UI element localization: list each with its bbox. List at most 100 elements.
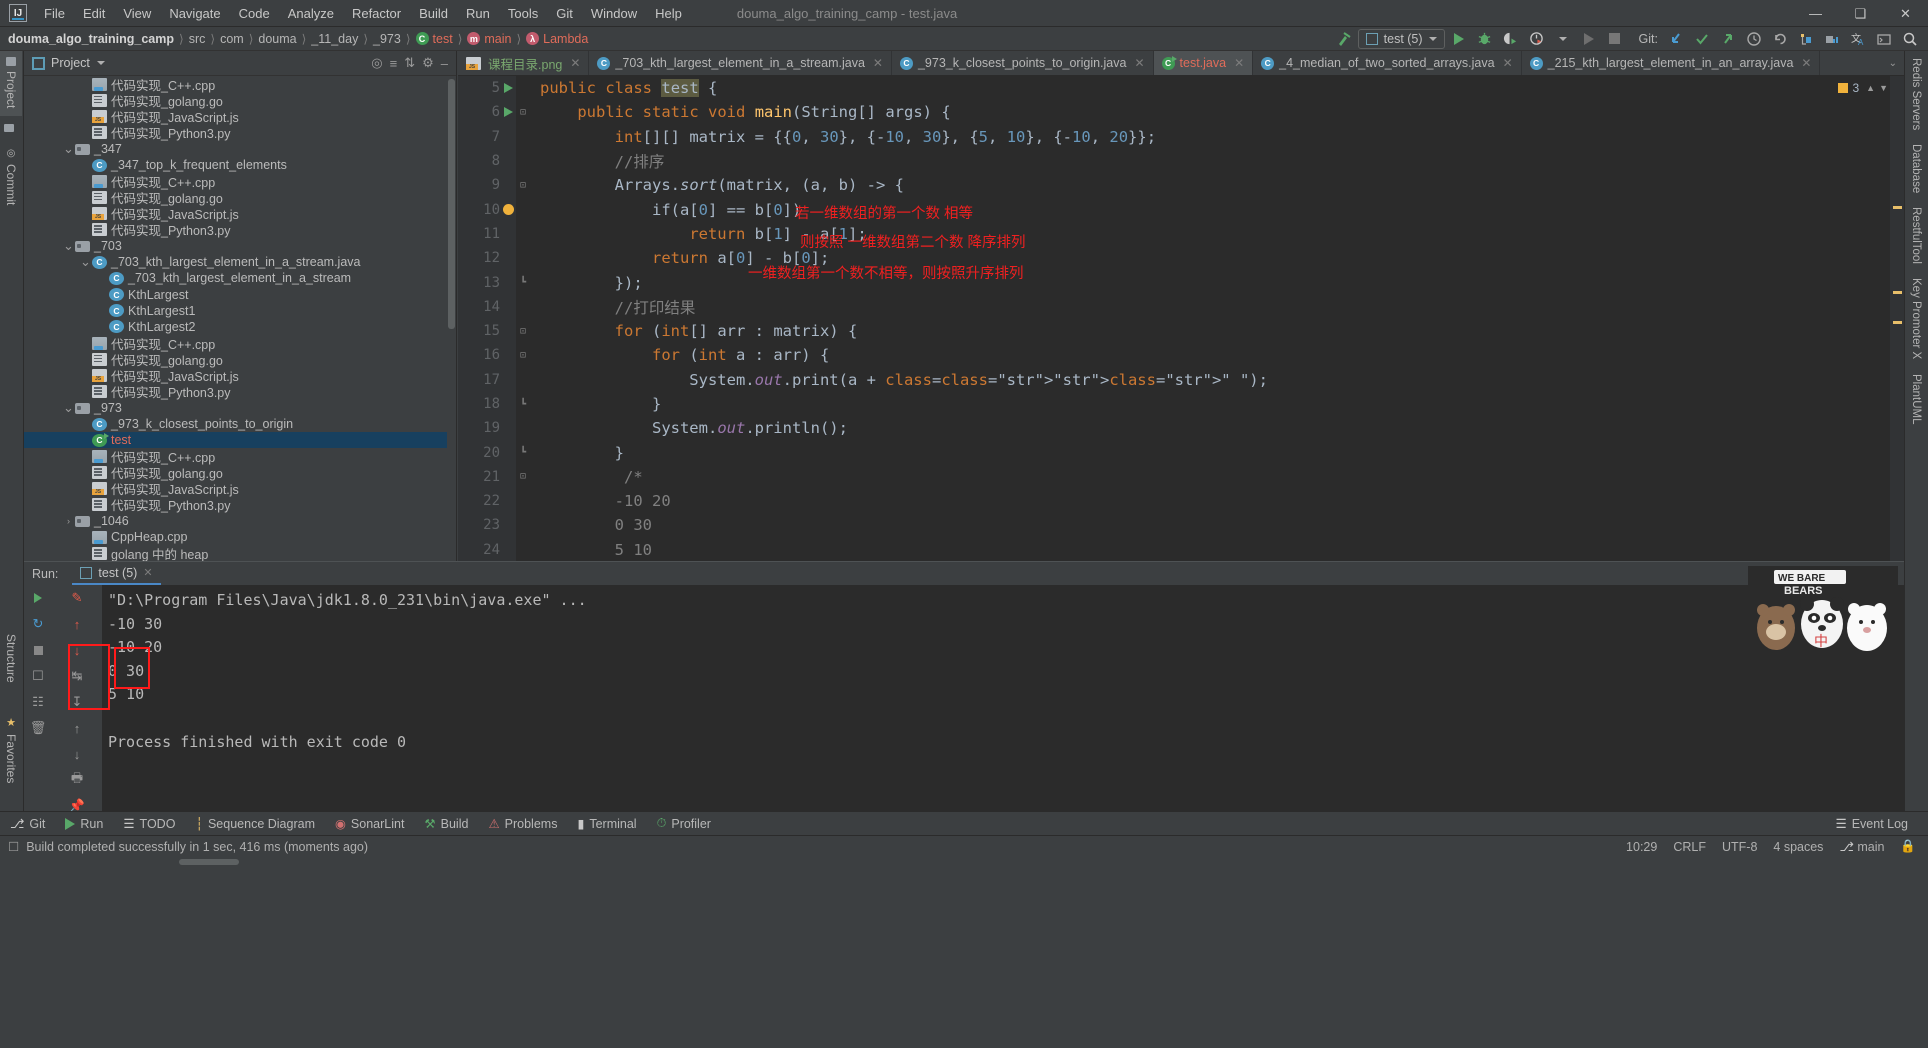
chevron-down-icon[interactable]: ▼ [1879,83,1888,93]
rail-key-promoter[interactable]: Key Promoter X [1905,271,1927,366]
debug-button[interactable] [1473,28,1497,50]
settings-gear-icon[interactable]: ⚙ [422,55,434,71]
tree-row[interactable]: ⌄ _347 [24,141,447,157]
tree-row[interactable]: 代码实现_C++.cpp [24,76,447,93]
editor-tab[interactable]: C _973_k_closest_points_to_origin.java ✕ [892,51,1154,75]
code-line[interactable]: 20 ┗ } [458,440,1904,464]
bottom-item-build[interactable]: ⚒ Build [414,816,478,832]
code-line[interactable]: 19 System.out.println(); [458,416,1904,440]
rerun-icon[interactable]: ↻ [24,611,52,637]
project-scrollbar[interactable] [448,79,455,559]
code-line[interactable]: 14 //打印结果 [458,295,1904,319]
project-tree[interactable]: 代码实现_C++.cpp代码实现_golang.go代码实现_JavaScrip… [24,76,447,561]
breadcrumb-project[interactable]: douma_algo_training_camp [8,32,174,46]
editor-tab[interactable]: C _703_kth_largest_element_in_a_stream.ja… [589,51,892,75]
rail-database[interactable]: Database [1905,137,1927,200]
tree-row[interactable]: 代码实现_C++.cpp [24,173,447,190]
bottom-item-sonarlint[interactable]: ◉ SonarLint [325,816,414,832]
screenshot-icon[interactable]: ☐ [24,663,52,689]
tab-close-icon[interactable]: ✕ [1503,56,1513,70]
menu-analyze[interactable]: Analyze [279,3,343,24]
inspection-summary[interactable]: 3 ▲ ▼ [1838,81,1888,95]
collapse-all-icon[interactable]: ≡ [390,56,398,71]
fold-collapse-icon[interactable]: ⊡ [516,326,530,337]
breadcrumb-test-class[interactable]: C test [415,32,453,46]
fold-end-icon[interactable]: ┗ [516,277,530,288]
rail-restful-tool[interactable]: RestfulTool [1905,200,1927,271]
fold-end-icon[interactable]: ┗ [516,447,530,458]
rail-plantuml[interactable]: PlantUML [1905,367,1927,432]
breadcrumb-com[interactable]: com [220,32,244,46]
minimize-button[interactable]: — [1793,0,1838,27]
tree-row[interactable]: ⌄ _973 [24,400,447,416]
up-arrow-icon[interactable]: ↑ [52,715,102,741]
code-editor[interactable]: 5 public class test {6 ⊡ public static voi… [458,76,1904,561]
chevron-down-icon[interactable]: ⌄ [62,141,75,157]
profiler-dropdown-icon[interactable] [1551,28,1575,50]
tree-row[interactable]: 代码实现_golang.go [24,465,447,481]
bottom-item-profiler[interactable]: ⏱ Profiler [647,816,721,831]
down-arrow-icon[interactable]: ↓ [52,741,102,767]
bottom-item-run[interactable]: Run [55,817,113,831]
horizontal-scrollbar-thumb[interactable] [179,859,239,865]
rail-redis-servers[interactable]: Redis Servers [1905,51,1927,137]
code-line[interactable]: 17 System.out.print(a + class=class="str… [458,368,1904,392]
breadcrumb-main-method[interactable]: m main [467,32,511,46]
code-line[interactable]: 18 ┗ } [458,392,1904,416]
menu-file[interactable]: File [35,3,74,24]
chevron-down-icon[interactable] [96,61,105,65]
run-tab-test[interactable]: test (5) ✕ [72,562,161,585]
code-line[interactable]: 11 return b[1] - a[1]; [458,222,1904,246]
breadcrumb-src[interactable]: src [189,32,206,46]
breadcrumb-lambda[interactable]: λ Lambda [526,32,588,46]
tab-close-icon[interactable]: ✕ [1234,56,1244,70]
tree-row[interactable]: 代码实现_JavaScript.js [24,367,447,384]
git-rollback-icon[interactable] [1768,28,1792,50]
tree-row[interactable]: C _973_k_closest_points_to_origin [24,416,447,432]
code-line[interactable]: 6 ⊡ public static void main(String[] args… [458,100,1904,124]
tab-close-icon[interactable]: ✕ [873,56,883,70]
menu-refactor[interactable]: Refactor [343,3,410,24]
project-structure-icon[interactable] [1820,28,1844,50]
git-commit-icon[interactable] [1690,28,1714,50]
menu-run[interactable]: Run [457,3,499,24]
tab-close-icon[interactable]: ✕ [1801,56,1811,70]
menu-help[interactable]: Help [646,3,691,24]
fold-end-icon[interactable]: ┗ [516,399,530,410]
code-line[interactable]: 24 5 10 [458,538,1904,561]
close-icon[interactable]: ✕ [143,566,152,579]
status-encoding[interactable]: UTF-8 [1722,840,1757,854]
rail-commit-button[interactable]: ◎ Commit [0,140,22,213]
structure-icon[interactable] [1794,28,1818,50]
bottom-item-terminal[interactable]: ▮ Terminal [567,816,646,832]
status-lock-icon[interactable]: 🔒 [1900,839,1916,854]
translate-icon[interactable]: 文A [1846,28,1870,50]
build-hammer-icon[interactable] [1332,28,1356,50]
chevron-right-icon[interactable]: › [62,516,75,526]
code-line[interactable]: 10 if(a[0] == b[0]) [458,197,1904,221]
code-line[interactable]: 15 ⊡ for (int[] arr : matrix) { [458,319,1904,343]
code-line[interactable]: 23 0 30 [458,513,1904,537]
rail-project-button[interactable]: Project [0,51,22,117]
tree-row[interactable]: 代码实现_JavaScript.js [24,481,447,497]
menu-edit[interactable]: Edit [74,3,114,24]
breadcrumb-11-day[interactable]: _11_day [311,32,358,46]
layout-icon[interactable]: ☷ [24,689,52,715]
editor-tab[interactable]: Ctest.java ✕ [1153,51,1254,75]
tree-row[interactable]: 代码实现_JavaScript.js [24,108,447,125]
gutter-run-icon[interactable] [500,83,516,94]
bottom-item-git[interactable]: ⎇ Git [0,816,55,832]
status-branch[interactable]: ⎇ main [1839,839,1884,854]
rail-structure-button[interactable]: Structure [0,626,22,691]
tree-row[interactable]: 代码实现_Python3.py [24,497,447,513]
menu-view[interactable]: View [114,3,160,24]
menu-build[interactable]: Build [410,3,457,24]
tree-row[interactable]: 代码实现_Python3.py [24,222,447,238]
project-scrollbar-thumb[interactable] [448,79,455,329]
bottom-item-todo[interactable]: ☰ TODO [113,816,185,832]
fold-collapse-icon[interactable]: ⊡ [516,107,530,118]
editor-tab[interactable]: 课程目录.png ✕ [458,51,590,75]
run-with-coverage-button[interactable] [1499,28,1523,50]
tree-row[interactable]: 代码实现_C++.cpp [24,335,447,352]
profile-button[interactable] [1525,28,1549,50]
